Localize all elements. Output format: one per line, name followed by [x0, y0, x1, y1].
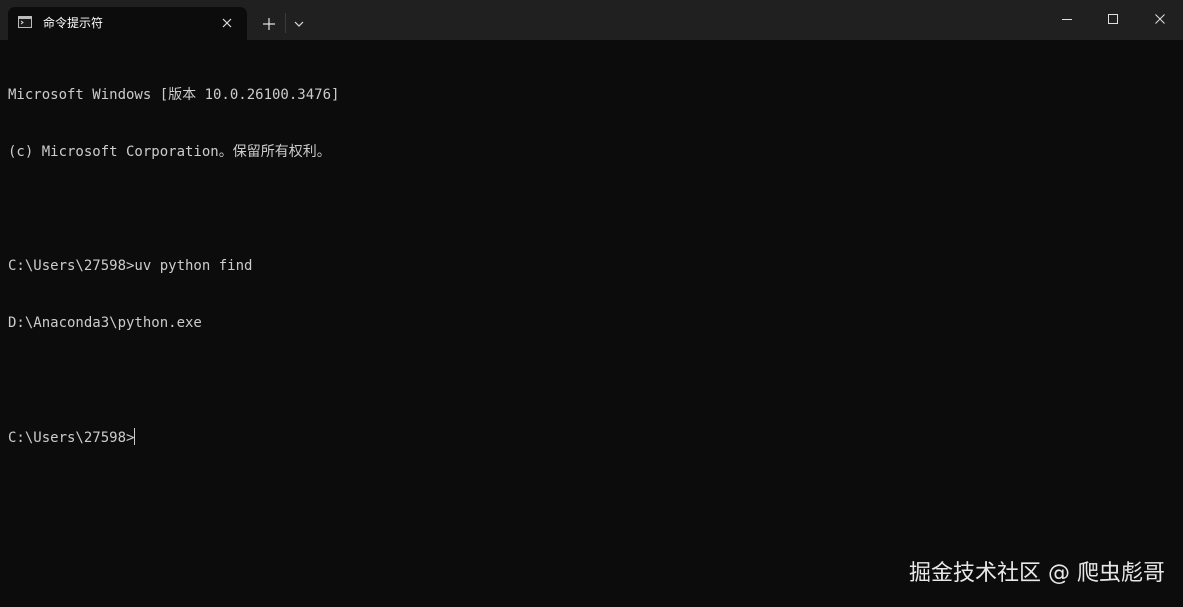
tab-close-icon[interactable] — [220, 16, 234, 30]
new-tab-icon[interactable] — [259, 14, 279, 34]
terminal-icon — [18, 16, 32, 28]
console-line: C:\Users\27598>uv python find — [8, 258, 253, 274]
tab-separator — [285, 13, 286, 33]
title-bar[interactable]: 命令提示符 — [0, 0, 1183, 40]
tab-title: 命令提示符 — [43, 16, 104, 30]
prompt-text: C:\Users\27598> — [8, 430, 135, 446]
tab-command-prompt[interactable]: 命令提示符 — [8, 7, 247, 40]
minimize-icon — [1062, 19, 1072, 20]
text-cursor — [134, 428, 136, 445]
console-line: (c) Microsoft Corporation。保留所有权利。 — [8, 144, 331, 160]
watermark: 掘金技术社区 @ 爬虫彪哥 — [909, 561, 1165, 586]
close-icon — [1155, 14, 1165, 24]
minimize-button[interactable] — [1044, 0, 1090, 40]
terminal-window: 命令提示符 Microsoft Windows [版本 10.0.26100.3… — [0, 0, 1183, 607]
console-output[interactable]: Microsoft Windows [版本 10.0.26100.3476] (… — [8, 48, 1173, 548]
console-line: Microsoft Windows [版本 10.0.26100.3476] — [8, 87, 340, 103]
prompt-line[interactable]: C:\Users\27598> — [8, 428, 1173, 447]
close-window-button[interactable] — [1137, 0, 1183, 40]
maximize-button[interactable] — [1090, 0, 1136, 40]
console-line: D:\Anaconda3\python.exe — [8, 315, 202, 331]
maximize-icon — [1108, 14, 1118, 24]
chevron-down-icon[interactable] — [290, 16, 308, 32]
